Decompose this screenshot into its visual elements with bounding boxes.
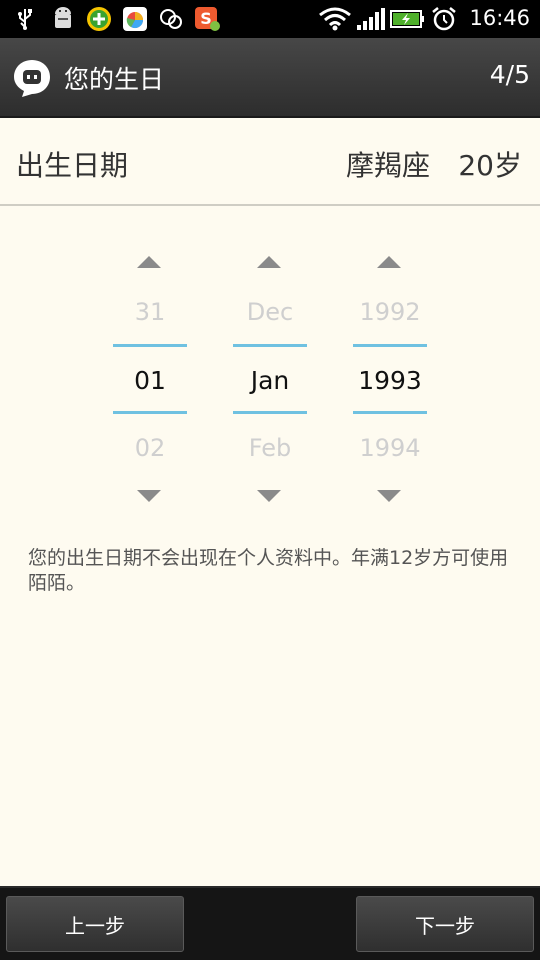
month-current-value[interactable]: Jan — [233, 366, 307, 395]
chat-bubble-icon — [12, 58, 52, 98]
selection-line — [353, 344, 427, 347]
year-increment-arrow-icon[interactable] — [377, 256, 401, 268]
status-bar: S 16:46 — [0, 0, 540, 38]
signal-icon — [356, 7, 386, 31]
next-step-button[interactable]: 下一步 — [356, 896, 534, 952]
green-app-icon — [86, 7, 112, 31]
day-current-value[interactable]: 01 — [113, 366, 187, 395]
sogou-input-icon: S — [194, 7, 222, 31]
birthday-label: 出生日期 — [16, 149, 129, 182]
day-increment-arrow-icon[interactable] — [137, 256, 161, 268]
bottom-bar: 上一步 下一步 — [0, 886, 540, 960]
day-decrement-arrow-icon[interactable] — [137, 490, 161, 502]
usb-icon — [14, 7, 36, 31]
month-increment-arrow-icon[interactable] — [257, 256, 281, 268]
month-picker[interactable]: Dec Jan Feb — [233, 246, 307, 516]
day-picker[interactable]: 31 01 02 — [113, 246, 187, 516]
birthday-header: 出生日期 摩羯座 20岁 — [0, 118, 540, 206]
privacy-note: 您的出生日期不会出现在个人资料中。年满12岁方可使用陌陌。 — [28, 547, 509, 594]
battery-charging-icon — [390, 7, 426, 31]
year-prev-value[interactable]: 1992 — [353, 298, 427, 326]
month-decrement-arrow-icon[interactable] — [257, 490, 281, 502]
wifi-icon — [318, 7, 352, 31]
photo-app-icon — [122, 7, 148, 31]
alarm-icon — [430, 7, 458, 31]
year-current-value[interactable]: 1993 — [353, 366, 427, 395]
chat-app-icon — [158, 7, 184, 31]
svg-text:S: S — [200, 9, 212, 28]
selection-line — [353, 411, 427, 414]
page-title: 您的生日 — [64, 65, 165, 94]
step-indicator: 4/5 — [489, 60, 530, 89]
title-bar: 您的生日 4/5 — [0, 38, 540, 118]
year-picker[interactable]: 1992 1993 1994 — [353, 246, 427, 516]
zodiac-sign: 摩羯座 — [345, 149, 430, 182]
android-debug-icon — [50, 7, 76, 31]
previous-step-button[interactable]: 上一步 — [6, 896, 184, 952]
day-next-value[interactable]: 02 — [113, 434, 187, 462]
selection-line — [113, 344, 187, 347]
month-next-value[interactable]: Feb — [233, 434, 307, 462]
selection-line — [233, 344, 307, 347]
month-prev-value[interactable]: Dec — [233, 298, 307, 326]
status-time: 16:46 — [469, 6, 530, 30]
day-prev-value[interactable]: 31 — [113, 298, 187, 326]
selection-line — [233, 411, 307, 414]
age-value: 20岁 — [458, 149, 522, 182]
year-next-value[interactable]: 1994 — [353, 434, 427, 462]
selection-line — [113, 411, 187, 414]
year-decrement-arrow-icon[interactable] — [377, 490, 401, 502]
